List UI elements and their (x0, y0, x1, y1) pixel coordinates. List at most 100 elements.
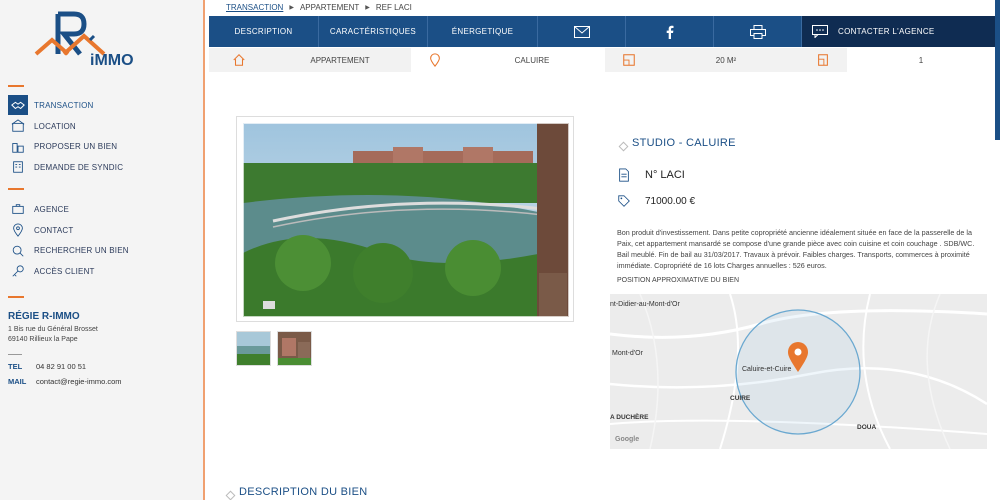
location-map[interactable]: nt-Didier-au-Mont-d'Or Mont-d'Or Caluire… (610, 294, 987, 449)
sidebar-item-label: DEMANDE DE SYNDIC (34, 162, 124, 172)
rooms-icon (799, 48, 847, 72)
map-label: CUIRE (730, 395, 751, 402)
phone-row: TEL 04 82 91 00 51 (8, 362, 86, 371)
price-row: 71000.00 € (617, 194, 695, 208)
office-icon (8, 157, 28, 177)
sidebar-item-label: LOCATION (34, 121, 76, 131)
price-tag-icon (618, 195, 630, 207)
breadcrumb-ref: REF LACI (375, 3, 412, 12)
briefcase-icon (8, 199, 28, 219)
thumbnail-2[interactable] (277, 331, 312, 366)
contact-agency-button[interactable]: CONTACTER L'AGENCE (802, 16, 995, 47)
sidebar-item-syndic[interactable]: DEMANDE DE SYNDIC (8, 157, 198, 178)
sidebar-item-label: PROPOSER UN BIEN (34, 142, 118, 152)
tab-caracteristiques[interactable]: CARACTÉRISTIQUES (319, 16, 428, 47)
sidebar-item-label: CONTACT (34, 225, 74, 235)
tab-description[interactable]: DESCRIPTION (209, 16, 319, 47)
print-button[interactable] (714, 16, 802, 47)
listing-reference: N° LACI (645, 169, 685, 181)
surface-icon (605, 48, 653, 72)
map-background (610, 294, 987, 449)
sidebar-item-contact[interactable]: CONTACT (8, 220, 198, 241)
location-pin-icon (8, 220, 28, 240)
main-nav: TRANSACTION LOCATION PROPOSER UN BIEN DE… (8, 95, 198, 178)
location-pin-icon (411, 48, 459, 72)
listing-title: STUDIO - CALUIRE (632, 137, 736, 149)
mail-value[interactable]: contact@regie-immo.com (36, 377, 122, 386)
reference-row: N° LACI (617, 168, 685, 182)
printer-icon (749, 24, 766, 39)
sidebar-item-rechercher[interactable]: RECHERCHER UN BIEN (8, 240, 198, 261)
tab-label: ÉNERGETIQUE (451, 27, 514, 36)
city-icon (8, 137, 28, 157)
sidebar-item-agence[interactable]: AGENCE (8, 199, 198, 220)
property-rooms: 1 (847, 48, 995, 72)
map-caption: POSITION APPROXIMATIVE DU BIEN (617, 277, 740, 284)
divider (8, 85, 24, 87)
sidebar-item-acces-client[interactable]: ACCÈS CLIENT (8, 261, 198, 282)
main-photo-frame[interactable] (236, 116, 574, 322)
building-icon (8, 116, 28, 136)
divider (8, 188, 24, 190)
property-type: APPARTEMENT (269, 48, 411, 72)
key-icon (8, 261, 28, 281)
map-label: Mont-d'Or (612, 350, 643, 357)
email-button[interactable] (538, 16, 626, 47)
breadcrumb-transaction[interactable]: TRANSACTION (226, 3, 283, 12)
contact-agency-label: CONTACTER L'AGENCE (838, 27, 935, 36)
search-icon (8, 241, 28, 261)
address-line: 1 Bis rue du Général Brosset (8, 326, 98, 333)
facebook-icon (666, 25, 673, 39)
chat-icon (812, 25, 828, 38)
logo[interactable]: iMMO (34, 8, 144, 74)
scrollbar[interactable] (995, 0, 1000, 140)
breadcrumb-appartement[interactable]: APPARTEMENT (300, 3, 359, 12)
divider (8, 354, 22, 355)
property-city: CALUIRE (459, 48, 605, 72)
listing-description: Bon produit d'investissement. Dans petit… (617, 228, 975, 270)
map-label: DOUA (857, 424, 877, 431)
company-address: 1 Bis rue du Général Brosset 69140 Rilli… (8, 325, 98, 345)
sidebar-item-location[interactable]: LOCATION (8, 116, 198, 137)
sidebar-item-label: ACCÈS CLIENT (34, 266, 95, 276)
mail-row: MAIL contact@regie-immo.com (8, 377, 122, 386)
tab-label: DESCRIPTION (234, 27, 293, 36)
phone-label: TEL (8, 362, 23, 371)
breadcrumb: TRANSACTION ▶ APPARTEMENT ▶ REF LACI (226, 3, 412, 12)
listing-tabs: DESCRIPTION CARACTÉRISTIQUES ÉNERGETIQUE… (209, 16, 995, 47)
sidebar-item-label: RECHERCHER UN BIEN (34, 246, 129, 256)
document-icon (619, 168, 629, 182)
tab-label: CARACTÉRISTIQUES (329, 27, 417, 36)
main-photo (243, 123, 569, 317)
listing-price: 71000.00 € (645, 195, 696, 207)
thumbnail-1[interactable] (236, 331, 271, 366)
decorative-diamond (618, 141, 629, 152)
map-label: nt-Didier-au-Mont-d'Or (610, 301, 680, 308)
chevron-right-icon: ▶ (289, 5, 294, 11)
mail-label: MAIL (8, 377, 27, 386)
sidebar: iMMO TRANSACTION LOCATION PROPOSER UN BI… (0, 0, 205, 500)
property-summary: APPARTEMENT CALUIRE 20 M² 1 (209, 48, 995, 72)
section-title-description: DESCRIPTION DU BIEN (239, 486, 368, 498)
decorative-diamond (225, 490, 236, 500)
google-logo: Google (615, 436, 640, 443)
sidebar-item-label: TRANSACTION (34, 100, 94, 110)
phone-value[interactable]: 04 82 91 00 51 (36, 362, 86, 371)
sidebar-item-transaction[interactable]: TRANSACTION (8, 95, 198, 116)
home-icon (209, 48, 269, 72)
secondary-nav: AGENCE CONTACT RECHERCHER UN BIEN ACCÈS … (8, 199, 198, 282)
facebook-share-button[interactable] (626, 16, 714, 47)
handshake-icon (8, 95, 28, 116)
sidebar-item-proposer[interactable]: PROPOSER UN BIEN (8, 136, 198, 157)
map-label: Caluire-et-Cuire (742, 366, 792, 373)
logo-text: iMMO (90, 52, 134, 69)
chevron-right-icon: ▶ (365, 5, 370, 11)
address-line: 69140 Rillieux la Pape (8, 336, 78, 343)
map-label: A DUCHÈRE (610, 414, 649, 421)
divider (8, 296, 24, 298)
tab-energetique[interactable]: ÉNERGETIQUE (428, 16, 538, 47)
envelope-icon (573, 25, 590, 38)
sidebar-item-label: AGENCE (34, 204, 69, 214)
property-surface: 20 M² (653, 48, 799, 72)
company-name: RÉGIE R-IMMO (8, 311, 80, 322)
